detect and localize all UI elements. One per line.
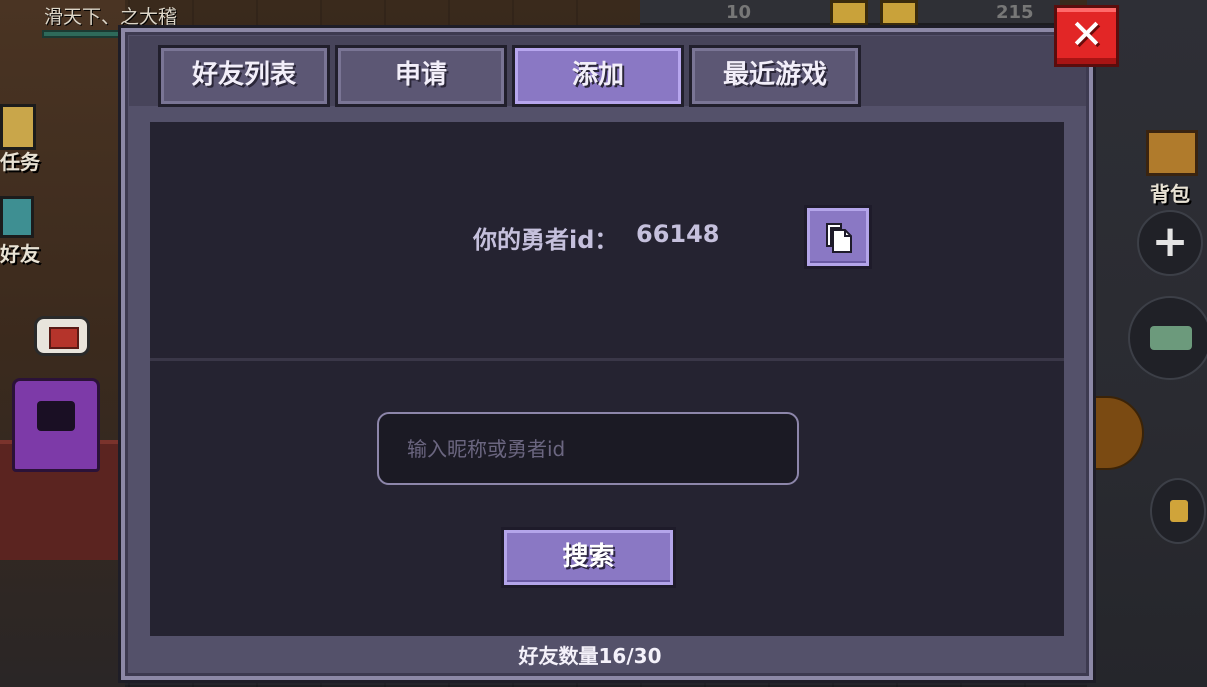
top-resource-value-1: 10	[726, 2, 752, 23]
health-bar	[42, 30, 122, 38]
coin-icon	[830, 0, 868, 26]
copy-icon	[826, 223, 852, 253]
tab-friend-list[interactable]: 好友列表	[158, 45, 330, 107]
hero-id-value: 66148	[636, 220, 720, 248]
plus-button[interactable]: +	[1137, 210, 1203, 276]
friends-label: 好友	[0, 242, 40, 266]
quest-label: 任务	[0, 150, 40, 174]
copy-id-button[interactable]	[804, 205, 872, 269]
section-divider	[150, 358, 1064, 361]
tab-add[interactable]: 添加	[512, 45, 684, 107]
npc-character	[12, 378, 100, 472]
gem-icon	[880, 0, 918, 26]
top-resource-bar: 10 215	[640, 0, 1060, 26]
plus-icon: +	[1151, 216, 1189, 267]
backpack-icon[interactable]	[1146, 130, 1198, 176]
friend-count: 好友数量16/30	[518, 644, 662, 668]
quest-icon[interactable]	[0, 104, 36, 150]
chest-speech-bubble-icon[interactable]	[34, 316, 90, 356]
top-resource-value-2: 215	[996, 2, 1034, 23]
lock-icon[interactable]	[1150, 478, 1206, 544]
search-input[interactable]	[377, 412, 799, 485]
weapon-button[interactable]	[1128, 296, 1207, 380]
tab-requests[interactable]: 申请	[335, 45, 507, 107]
friends-icon[interactable]	[0, 196, 34, 238]
backpack-label: 背包	[1150, 182, 1190, 206]
tab-recent-games[interactable]: 最近游戏	[689, 45, 861, 107]
player-name: 滑天下、之大稽	[44, 6, 178, 28]
hero-id-label: 你的勇者id：	[473, 226, 619, 254]
close-button[interactable]: ✕	[1054, 5, 1119, 67]
search-button[interactable]: 搜索	[501, 527, 676, 588]
close-icon: ✕	[1069, 12, 1104, 58]
